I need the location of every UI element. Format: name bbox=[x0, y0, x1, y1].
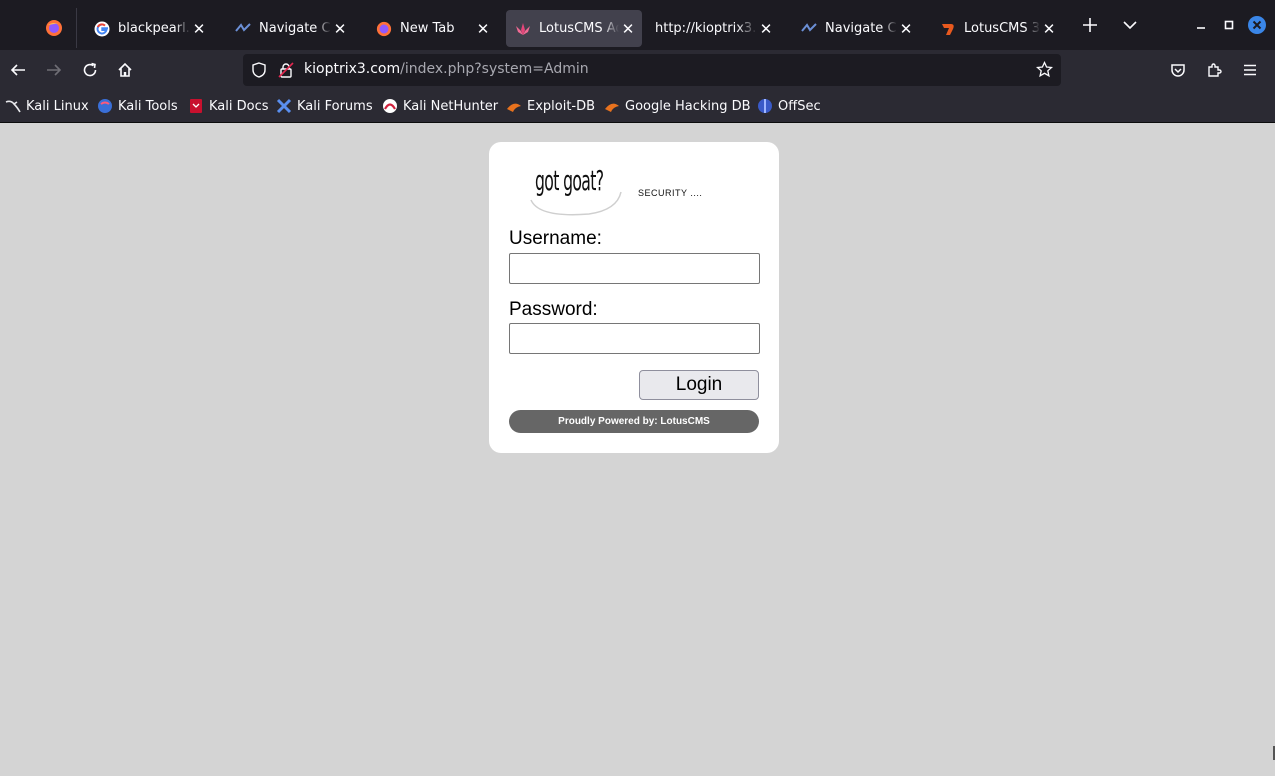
lotus-icon bbox=[515, 21, 531, 37]
reload-icon bbox=[83, 62, 97, 77]
bookmark-label: Google Hacking DB bbox=[625, 98, 751, 114]
forward-button[interactable] bbox=[42, 58, 66, 82]
bookmark-kali-nethunter[interactable]: Kali NetHunter bbox=[382, 97, 498, 115]
tab-title: New Tab bbox=[400, 21, 455, 36]
close-window-icon bbox=[1248, 16, 1266, 34]
url-text[interactable]: kioptrix3.com/index.php?system=Admin bbox=[304, 61, 589, 77]
password-label: Password: bbox=[509, 299, 598, 320]
hamburger-icon bbox=[1244, 64, 1256, 76]
powered-by-footer: Proudly Powered by: LotusCMS bbox=[509, 410, 759, 433]
kali-dragon-icon bbox=[5, 98, 21, 114]
kali-tools-icon bbox=[97, 98, 113, 114]
kali-docs-icon bbox=[188, 98, 204, 114]
chevron-down-icon bbox=[1123, 21, 1137, 30]
tab-lotuscms-admin[interactable]: LotusCMS Admin ✕ bbox=[506, 10, 642, 47]
bookmark-label: Exploit-DB bbox=[527, 98, 596, 114]
reload-button[interactable] bbox=[78, 58, 102, 82]
tab-title: LotusCMS Admin bbox=[539, 21, 619, 36]
bookmark-label: Kali NetHunter bbox=[403, 98, 499, 114]
firefox-icon bbox=[46, 20, 62, 36]
bookmark-google-hacking-db[interactable]: Google Hacking DB bbox=[604, 97, 751, 115]
bookmark-label: Kali Docs bbox=[209, 98, 269, 114]
tab-title: Navigate CMS bbox=[825, 21, 897, 36]
bookmark-star-icon[interactable] bbox=[1035, 60, 1054, 82]
tab-separator bbox=[76, 8, 77, 48]
bookmark-label: OffSec bbox=[778, 98, 821, 114]
bookmark-kali-tools[interactable]: Kali Tools bbox=[97, 97, 178, 115]
pocket-button[interactable] bbox=[1166, 58, 1190, 82]
close-icon[interactable]: ✕ bbox=[1040, 20, 1058, 38]
login-panel: got goat? SECURITY .... Username: Passwo… bbox=[489, 142, 779, 453]
home-icon bbox=[118, 62, 132, 77]
tab-title: blackpearl.tcm bbox=[118, 21, 190, 36]
maximize-button[interactable] bbox=[1218, 14, 1240, 36]
close-icon[interactable]: ✕ bbox=[757, 20, 775, 38]
google-icon bbox=[94, 21, 110, 37]
navigate-cms-icon bbox=[235, 21, 251, 37]
logo-tagline: SECURITY .... bbox=[638, 188, 703, 198]
exploit-db-icon bbox=[506, 98, 522, 114]
shield-icon[interactable] bbox=[251, 62, 267, 82]
tab-blackpearl[interactable]: blackpearl.tcm ✕ bbox=[85, 10, 213, 47]
bookmark-label: Kali Tools bbox=[118, 98, 178, 114]
url-path: /index.php?system=Admin bbox=[400, 61, 589, 77]
pocket-icon bbox=[1171, 64, 1185, 77]
new-tab-button[interactable] bbox=[1079, 14, 1101, 36]
tab-navigate-cms-2[interactable]: Navigate CMS ✕ bbox=[792, 10, 920, 47]
close-icon[interactable]: ✕ bbox=[474, 20, 492, 38]
logo-text: got goat? bbox=[535, 164, 604, 197]
back-arrow-icon bbox=[10, 64, 25, 76]
close-icon[interactable]: ✕ bbox=[619, 20, 637, 38]
tab-lotuscms-3[interactable]: LotusCMS 3.0 ✕ bbox=[931, 10, 1063, 47]
tab-title: LotusCMS 3.0 bbox=[964, 21, 1040, 36]
firefox-icon bbox=[376, 21, 392, 37]
bookmark-kali-linux[interactable]: Kali Linux bbox=[5, 97, 89, 115]
home-button[interactable] bbox=[113, 58, 137, 82]
close-icon[interactable]: ✕ bbox=[897, 20, 915, 38]
close-icon[interactable]: ✕ bbox=[190, 20, 208, 38]
bookmark-label: Kali Linux bbox=[26, 98, 89, 114]
bookmarks-toolbar: Kali Linux Kali Tools Kali Docs Kali For… bbox=[0, 90, 1275, 123]
close-window-button[interactable] bbox=[1246, 14, 1268, 36]
password-input[interactable] bbox=[509, 323, 760, 354]
offsec-icon bbox=[757, 98, 773, 114]
back-button[interactable] bbox=[6, 58, 30, 82]
bookmark-offsec[interactable]: OffSec bbox=[757, 97, 821, 115]
firefox-view-button[interactable] bbox=[31, 8, 77, 48]
tab-title: http://kioptrix3.com bbox=[655, 21, 757, 36]
plus-icon bbox=[1083, 18, 1097, 32]
username-label: Username: bbox=[509, 228, 602, 249]
kali-forums-icon bbox=[276, 98, 292, 114]
forward-arrow-icon bbox=[47, 64, 62, 76]
navigate-cms-icon bbox=[801, 21, 817, 37]
nethunter-icon bbox=[382, 98, 398, 114]
username-input[interactable] bbox=[509, 253, 760, 284]
bookmark-kali-docs[interactable]: Kali Docs bbox=[188, 97, 269, 115]
tab-navigate-cms-1[interactable]: Navigate CMS ✕ bbox=[226, 10, 354, 47]
ghdb-icon bbox=[604, 98, 620, 114]
insecure-lock-icon[interactable] bbox=[278, 62, 294, 82]
maximize-icon bbox=[1224, 20, 1234, 30]
tab-title: Navigate CMS bbox=[259, 21, 331, 36]
tab-strip: blackpearl.tcm ✕ Navigate CMS ✕ New Tab … bbox=[0, 0, 1275, 50]
url-host: kioptrix3.com bbox=[304, 61, 401, 77]
address-bar[interactable]: kioptrix3.com/index.php?system=Admin bbox=[243, 54, 1061, 86]
bookmark-kali-forums[interactable]: Kali Forums bbox=[276, 97, 373, 115]
extensions-button[interactable] bbox=[1202, 58, 1226, 82]
login-button[interactable]: Login bbox=[639, 370, 759, 400]
bookmark-exploit-db[interactable]: Exploit-DB bbox=[506, 97, 595, 115]
app-menu-button[interactable] bbox=[1238, 58, 1262, 82]
close-icon[interactable]: ✕ bbox=[331, 20, 349, 38]
lotus-exploit-icon bbox=[940, 21, 956, 37]
tab-new-tab[interactable]: New Tab ✕ bbox=[367, 10, 497, 47]
minimize-icon bbox=[1197, 27, 1205, 29]
site-logo: got goat? SECURITY .... bbox=[529, 162, 729, 217]
bookmark-label: Kali Forums bbox=[297, 98, 373, 114]
list-all-tabs-button[interactable] bbox=[1119, 14, 1141, 36]
tab-kioptrix-url[interactable]: http://kioptrix3.com ✕ bbox=[646, 10, 780, 47]
minimize-button[interactable] bbox=[1190, 14, 1212, 36]
puzzle-icon bbox=[1208, 63, 1222, 77]
page-content: got goat? SECURITY .... Username: Passwo… bbox=[0, 123, 1275, 776]
